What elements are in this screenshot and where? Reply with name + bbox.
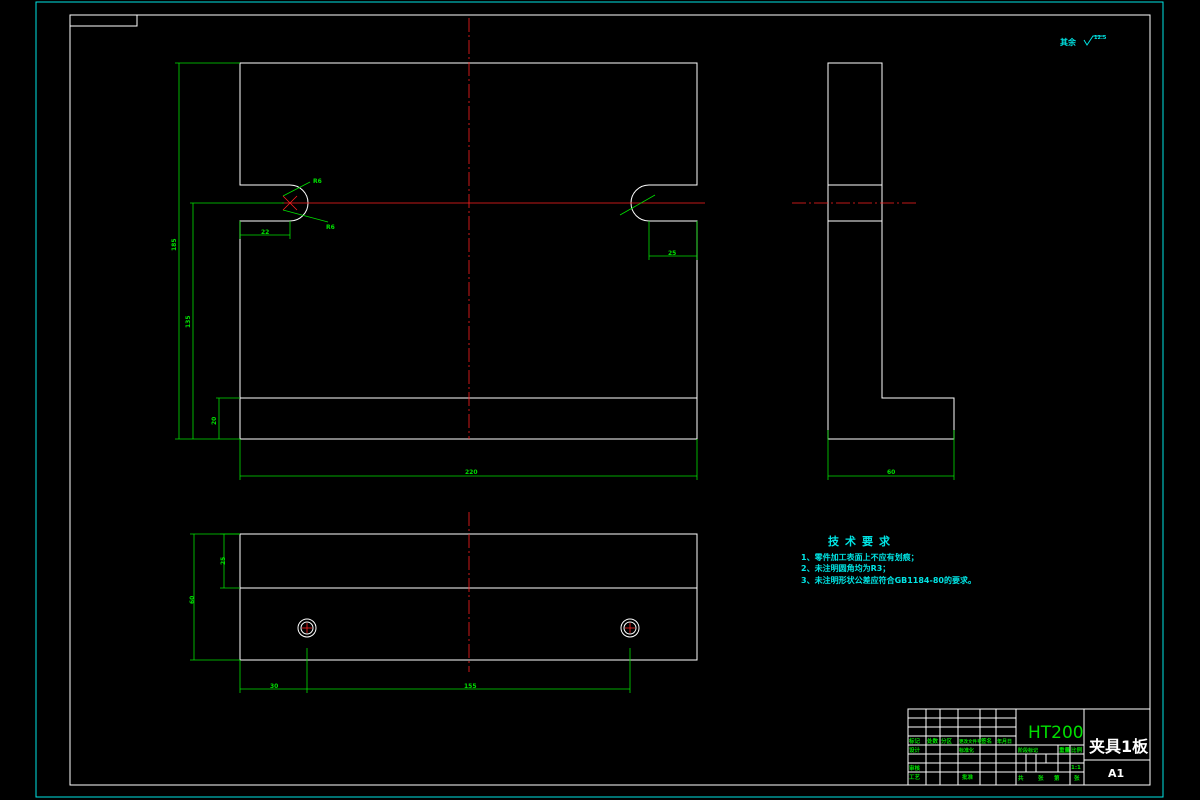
technical-requirements: 技术要求 1、零件加工表面上不应有划痕； 2、未注明圆角均为R3； 3、未注明形… (801, 534, 976, 585)
dim-width-overall: 220 (465, 469, 478, 476)
dim-bottom-step: 25 (220, 557, 227, 565)
cad-drawing: 其余 12.5 R6 R6 22 25 185 135 20 220 60 25… (35, 1, 1164, 798)
drawing-number-box (69, 14, 138, 27)
tb-change-doc: 更改文件号 (959, 738, 982, 745)
dim-height-to-slot: 135 (185, 315, 192, 328)
surface-finish-label: 其余 (1060, 37, 1077, 47)
tb-page-sheets: 张 (1074, 774, 1080, 782)
tb-count: 处数 (926, 737, 939, 745)
dim-hole-spacing: 155 (464, 683, 477, 690)
tb-signature: 签名 (980, 737, 992, 745)
tb-stage-mark: 阶段标记 (1018, 747, 1038, 754)
tb-standardize: 标准化 (958, 747, 974, 754)
top-view-outline (239, 533, 698, 661)
top-view: 25 60 30 155 (189, 512, 698, 693)
tb-ratio: 比例 (1071, 746, 1083, 754)
outer-border (35, 1, 1164, 798)
tb-sheets: 张 (1038, 774, 1044, 782)
dim-bottom-overall: 60 (189, 596, 196, 604)
dim-height-base: 20 (211, 417, 218, 425)
tb-page: 第 (1054, 774, 1060, 782)
tb-date: 年月日 (997, 738, 1012, 745)
tech-req-item-2: 2、未注明圆角均为R3； (801, 563, 890, 574)
tb-part-name: 夹具1板 (1089, 737, 1149, 756)
tech-req-heading: 技术要求 (828, 534, 896, 548)
tech-req-item-3: 3、未注明形状公差应符合GB1184-80的要求。 (801, 575, 976, 585)
dim-side-width: 60 (887, 469, 895, 476)
tb-material: HT200 (1028, 723, 1084, 743)
tb-process: 工艺 (909, 773, 921, 781)
tb-check: 审核 (909, 764, 921, 772)
tb-sheet-size: A1 (1108, 767, 1124, 780)
tb-approve: 批准 (962, 773, 974, 781)
inner-border (69, 14, 1151, 786)
side-view: 60 (792, 62, 955, 480)
front-view: R6 R6 22 25 185 135 20 220 (171, 18, 705, 480)
tb-scale: 1:1 (1071, 765, 1081, 771)
front-view-outline (239, 62, 698, 440)
dim-slot-right: 25 (668, 250, 676, 257)
dim-hole-offset: 30 (270, 683, 278, 690)
side-view-outline (827, 62, 955, 440)
tb-total: 共 (1018, 774, 1024, 782)
title-block: 标记 处数 分区 更改文件号 签名 年月日 设计 标准化 审核 工艺 批准 阶段… (907, 708, 1151, 786)
surface-finish-note: 其余 12.5 (1060, 35, 1107, 47)
surface-finish-value: 12.5 (1094, 35, 1107, 41)
dim-slot-left: 22 (261, 229, 269, 236)
dim-height-overall: 185 (171, 238, 178, 251)
tech-req-item-1: 1、零件加工表面上不应有划痕； (801, 552, 919, 563)
tb-zone: 分区 (941, 737, 953, 745)
tb-weight: 重量 (1059, 746, 1071, 754)
dim-slot-radius-lower: R6 (326, 224, 335, 231)
dim-slot-radius-upper: R6 (313, 178, 322, 185)
tb-design: 设计 (909, 746, 921, 754)
tb-mark: 标记 (908, 737, 921, 745)
